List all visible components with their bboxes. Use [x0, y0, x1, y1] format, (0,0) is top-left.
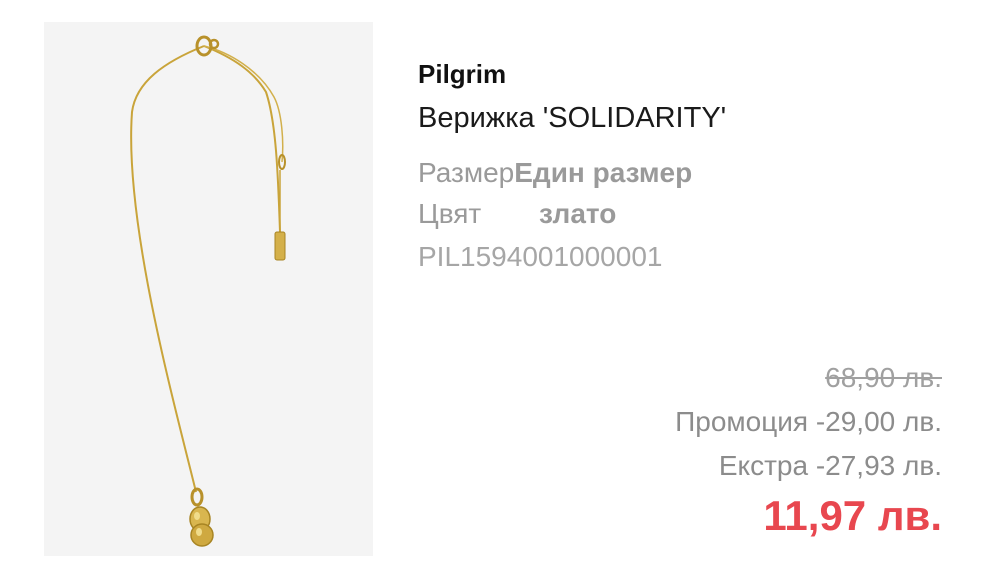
color-value: злато	[539, 198, 617, 229]
gold-necklace-image	[130, 35, 286, 547]
extra-discount: Екстра -27,93 лв.	[718, 450, 942, 481]
size-value: Един размер	[514, 157, 693, 188]
color-label: Цвят	[418, 198, 482, 229]
final-price: 11,97 лв.	[763, 492, 942, 539]
size-row: РазмерЕдин размер	[418, 156, 692, 190]
promo-discount: Промоция -29,00 лв.	[675, 406, 942, 437]
product-title[interactable]: Верижка 'SOLIDARITY'	[418, 100, 726, 136]
original-price: 68,90 лв.	[825, 362, 942, 393]
size-label: Размер	[418, 157, 515, 188]
brand-name[interactable]: Pilgrim	[418, 57, 506, 91]
product-image[interactable]	[44, 22, 373, 556]
product-sku: PIL1594001000001	[418, 241, 663, 272]
color-row: Цвят злато	[418, 197, 616, 231]
price-block: 68,90 лв. Промоция -29,00 лв. Екстра -27…	[675, 356, 942, 544]
